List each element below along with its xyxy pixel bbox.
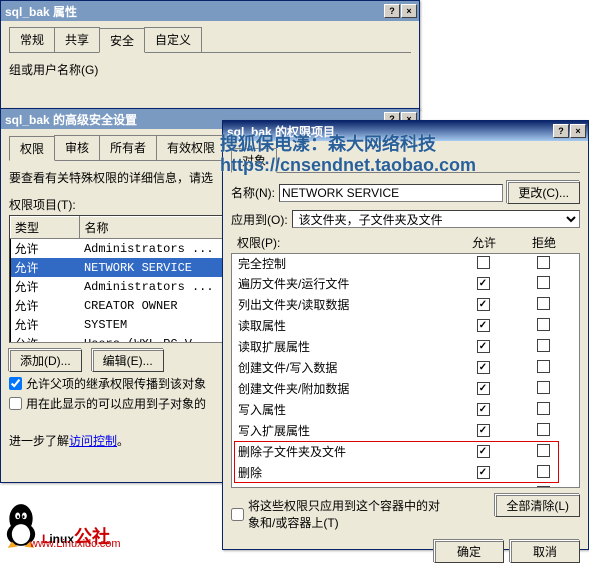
permission-entry-dialog: sql_bak 的权限项目 ? × 对象 名称(N): 更改(C)... 应用到… — [222, 120, 589, 550]
permissions-label: 权限(P): — [237, 234, 454, 251]
allow-checkbox[interactable] — [477, 466, 490, 479]
permission-item: 写入扩展属性 — [232, 420, 579, 441]
permission-item: 创建文件夹/附加数据 — [232, 378, 579, 399]
inherit-label: 允许父项的继承权限传播到该对象 — [26, 375, 206, 392]
cancel-button[interactable]: 取消 — [510, 540, 580, 563]
deny-checkbox[interactable] — [537, 256, 550, 269]
allow-checkbox[interactable] — [477, 403, 490, 416]
watermark-line2: https://cnsendnet.taobao.com — [220, 155, 476, 176]
allow-checkbox[interactable] — [477, 319, 490, 332]
apply-to-label: 应用到(O): — [231, 211, 288, 228]
permission-label: 删除子文件夹及文件 — [238, 443, 453, 460]
permission-item: 完全控制 — [232, 254, 579, 273]
close-button[interactable]: × — [401, 4, 417, 18]
allow-checkbox[interactable] — [477, 277, 490, 290]
help-button[interactable]: ? — [553, 124, 569, 138]
tab-sharing[interactable]: 共享 — [54, 27, 100, 52]
tab-effective[interactable]: 有效权限 — [156, 135, 226, 160]
watermark-line1: 搜狐保电漾：森大网络科技 — [220, 130, 436, 156]
permissions-list[interactable]: 完全控制遍历文件夹/运行文件列出文件夹/读取数据读取属性读取扩展属性创建文件/写… — [231, 253, 580, 488]
inherit-checkbox-input[interactable] — [9, 377, 22, 390]
allow-checkbox[interactable] — [477, 487, 490, 488]
deny-checkbox[interactable] — [537, 339, 550, 352]
tab-general[interactable]: 常规 — [9, 27, 55, 52]
deny-checkbox[interactable] — [537, 297, 550, 310]
permission-label: 创建文件/写入数据 — [238, 359, 453, 376]
allow-checkbox[interactable] — [477, 445, 490, 458]
allow-checkbox[interactable] — [477, 340, 490, 353]
tab-permissions[interactable]: 权限 — [9, 136, 55, 161]
permission-item: 列出文件夹/读取数据 — [232, 294, 579, 315]
permission-label: 读取属性 — [238, 317, 453, 334]
add-button[interactable]: 添加(D)... — [9, 349, 82, 372]
edit-button[interactable]: 编辑(E)... — [92, 349, 164, 372]
tab-audit[interactable]: 审核 — [54, 135, 100, 160]
replace-checkbox-input[interactable] — [9, 397, 22, 410]
deny-checkbox[interactable] — [537, 276, 550, 289]
close-button[interactable]: × — [570, 124, 586, 138]
name-label: 名称(N): — [231, 184, 275, 201]
apply-only-checkbox-input[interactable] — [231, 508, 244, 521]
column-header[interactable]: 类型 — [11, 217, 80, 239]
apply-only-checkbox[interactable]: 将这些权限只应用到这个容器中的对象和/或容器上(T) — [231, 497, 489, 531]
permission-item: 读取扩展属性 — [232, 336, 579, 357]
permission-label: 删除 — [238, 464, 453, 481]
apply-only-label: 将这些权限只应用到这个容器中的对象和/或容器上(T) — [248, 497, 448, 531]
permission-item: 创建文件/写入数据 — [232, 357, 579, 378]
tab-owner[interactable]: 所有者 — [99, 135, 157, 160]
logo-url: www.Linuxidc.com — [30, 538, 120, 550]
permission-item: 读取权限 — [232, 483, 579, 488]
permission-item: 删除子文件夹及文件 — [232, 441, 579, 462]
permission-item: 写入属性 — [232, 399, 579, 420]
deny-header: 拒绝 — [514, 234, 574, 251]
change-button[interactable]: 更改(C)... — [507, 181, 580, 204]
allow-checkbox[interactable] — [477, 424, 490, 437]
tab-custom[interactable]: 自定义 — [144, 27, 202, 52]
group-users-label: 组或用户名称(G) — [9, 61, 411, 78]
help-button[interactable]: ? — [384, 4, 400, 18]
properties-dialog: sql_bak 属性 ? × 常规 共享 安全 自定义 组或用户名称(G) — [0, 0, 420, 110]
title: sql_bak 属性 — [5, 3, 77, 20]
replace-label: 用在此显示的可以应用到子对象的 — [26, 395, 206, 412]
apply-to-select[interactable]: 该文件夹，子文件夹及文件 — [292, 210, 580, 228]
permission-item: 删除 — [232, 462, 579, 483]
permission-label: 写入属性 — [238, 401, 453, 418]
permission-label: 完全控制 — [238, 255, 453, 272]
access-control-link[interactable]: 访问控制 — [69, 434, 117, 448]
deny-checkbox[interactable] — [537, 465, 550, 478]
permission-label: 读取扩展属性 — [238, 338, 453, 355]
permission-label: 列出文件夹/读取数据 — [238, 296, 453, 313]
clear-all-button[interactable]: 全部清除(L) — [495, 494, 580, 517]
allow-checkbox[interactable] — [477, 298, 490, 311]
deny-checkbox[interactable] — [537, 360, 550, 373]
deny-checkbox[interactable] — [537, 486, 550, 489]
permission-item: 遍历文件夹/运行文件 — [232, 273, 579, 294]
deny-checkbox[interactable] — [537, 318, 550, 331]
titlebar: sql_bak 属性 ? × — [1, 1, 419, 21]
permission-label: 写入扩展属性 — [238, 422, 453, 439]
allow-checkbox[interactable] — [477, 382, 490, 395]
name-input[interactable] — [279, 184, 503, 202]
permission-label: 创建文件夹/附加数据 — [238, 380, 453, 397]
ok-button[interactable]: 确定 — [434, 540, 504, 563]
permission-label: 遍历文件夹/运行文件 — [238, 275, 453, 292]
allow-checkbox[interactable] — [477, 256, 490, 269]
permission-item: 读取属性 — [232, 315, 579, 336]
permission-label: 读取权限 — [238, 485, 453, 488]
title: sql_bak 的高级安全设置 — [5, 111, 137, 128]
tab-security[interactable]: 安全 — [99, 28, 145, 53]
deny-checkbox[interactable] — [537, 381, 550, 394]
allow-checkbox[interactable] — [477, 361, 490, 374]
deny-checkbox[interactable] — [537, 402, 550, 415]
deny-checkbox[interactable] — [537, 423, 550, 436]
deny-checkbox[interactable] — [537, 444, 550, 457]
allow-header: 允许 — [454, 234, 514, 251]
tabs: 常规 共享 安全 自定义 — [9, 27, 411, 53]
